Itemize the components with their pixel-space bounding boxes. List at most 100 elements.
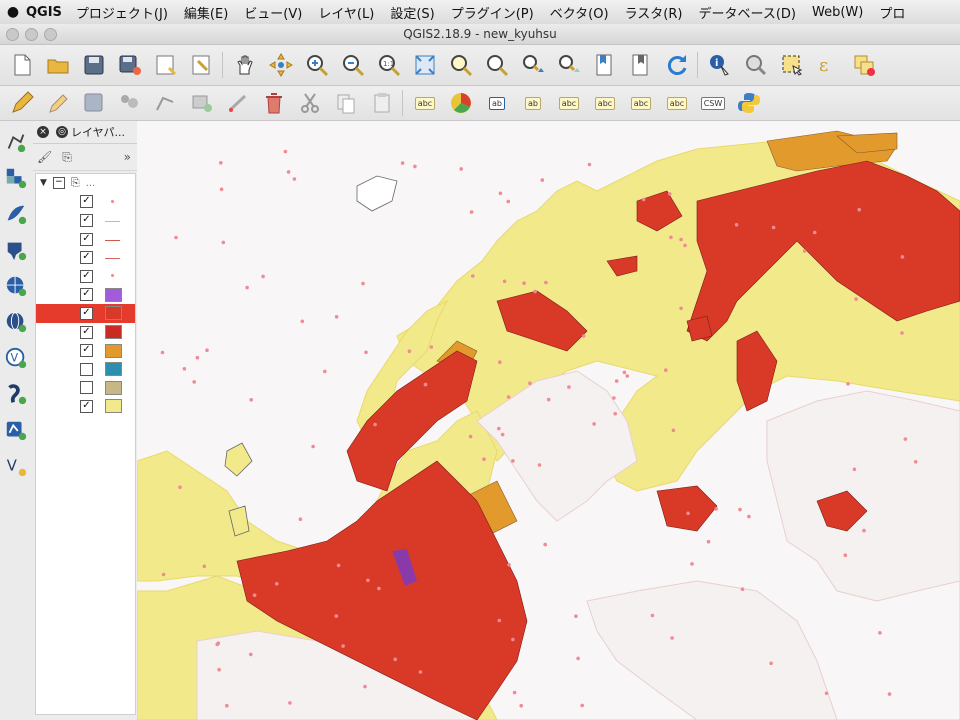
layer-row[interactable]: ✓ <box>36 323 135 342</box>
layer-visibility-checkbox[interactable]: ✓ <box>80 344 93 358</box>
layer-visibility-checkbox[interactable]: ✓ <box>80 269 93 283</box>
layer-row[interactable]: ✓ <box>36 304 135 323</box>
add-wms-icon[interactable] <box>1 271 31 301</box>
pencil-edit-icon[interactable] <box>8 89 36 117</box>
label-move-icon[interactable]: abc <box>555 89 583 117</box>
add-gps-icon[interactable] <box>1 379 31 409</box>
minimize-window-button[interactable] <box>25 28 38 41</box>
menu-processing[interactable]: プロ <box>879 3 905 22</box>
zoom-actual-icon[interactable]: 1:1 <box>375 51 403 79</box>
python-console-icon[interactable] <box>735 89 763 117</box>
layer-tree-root[interactable]: ▼ − ⎘ ... <box>36 174 135 193</box>
menu-layer[interactable]: レイヤ(L) <box>318 3 374 22</box>
show-bookmarks-icon[interactable] <box>627 51 655 79</box>
copy-features-icon[interactable] <box>332 89 360 117</box>
open-project-icon[interactable] <box>44 51 72 79</box>
add-raster-icon[interactable] <box>1 163 31 193</box>
save-project-icon[interactable] <box>80 51 108 79</box>
layer-row[interactable]: ✓ <box>36 248 135 267</box>
add-wfs-icon[interactable] <box>1 307 31 337</box>
pan-to-selection-icon[interactable] <box>267 51 295 79</box>
menu-view[interactable]: ビュー(V) <box>244 3 302 22</box>
new-vertex-icon[interactable]: V <box>1 451 31 481</box>
move-feature-icon[interactable] <box>188 89 216 117</box>
layer-row[interactable]: ✓ <box>36 211 135 230</box>
cut-features-icon[interactable] <box>296 89 324 117</box>
close-panel-icon[interactable]: × <box>37 126 49 138</box>
add-vector-icon[interactable] <box>1 127 31 157</box>
diagram-icon[interactable] <box>447 89 475 117</box>
zoom-next-icon[interactable] <box>555 51 583 79</box>
paste-features-icon[interactable] <box>368 89 396 117</box>
close-window-button[interactable] <box>6 28 19 41</box>
zoom-window-button[interactable] <box>44 28 57 41</box>
layer-visibility-checkbox[interactable] <box>80 381 93 395</box>
digitize-icon[interactable] <box>116 89 144 117</box>
layer-row[interactable]: ✓ <box>36 193 135 212</box>
layer-visibility-checkbox[interactable]: ✓ <box>80 251 93 265</box>
zoom-out-icon[interactable] <box>339 51 367 79</box>
pan-hand-icon[interactable] <box>231 51 259 79</box>
layer-visibility-checkbox[interactable]: ✓ <box>80 213 93 227</box>
layer-visibility-checkbox[interactable]: ✓ <box>80 325 93 339</box>
expand-arrow-icon[interactable]: ▼ <box>40 178 47 188</box>
layer-visibility-checkbox[interactable] <box>80 362 93 376</box>
save-as-icon[interactable] <box>116 51 144 79</box>
zoom-to-layer-icon[interactable] <box>483 51 511 79</box>
add-group-icon[interactable]: ⎘ <box>62 150 72 165</box>
layer-row[interactable]: ✓ <box>36 286 135 305</box>
refresh-icon[interactable] <box>663 51 691 79</box>
layer-visibility-checkbox[interactable]: ✓ <box>80 288 93 302</box>
toggle-editing-icon[interactable] <box>44 89 72 117</box>
menu-web[interactable]: Web(W) <box>812 5 863 20</box>
expression-icon[interactable]: ε <box>814 51 842 79</box>
identify-icon[interactable]: i <box>706 51 734 79</box>
menu-settings[interactable]: 設定(S) <box>390 3 434 22</box>
node-tool-icon[interactable] <box>224 89 252 117</box>
delete-selected-icon[interactable] <box>260 89 288 117</box>
menu-project[interactable]: プロジェクト(J) <box>76 3 168 22</box>
label-icon[interactable]: abc <box>411 89 439 117</box>
zoom-in-icon[interactable] <box>303 51 331 79</box>
menu-plugins[interactable]: プラグイン(P) <box>451 3 534 22</box>
map-canvas[interactable] <box>137 121 960 720</box>
menu-vector[interactable]: ベクタ(O) <box>550 3 609 22</box>
new-shapefile-icon[interactable] <box>1 415 31 445</box>
root-options[interactable]: ... <box>86 178 96 189</box>
label-pin-icon[interactable]: ab <box>483 89 511 117</box>
apple-menu-icon[interactable]: ● <box>0 4 26 20</box>
collapse-panel-icon[interactable]: » <box>124 150 131 164</box>
zoom-full-icon[interactable] <box>411 51 439 79</box>
zoom-last-icon[interactable] <box>519 51 547 79</box>
layer-visibility-checkbox[interactable]: ✓ <box>80 195 93 209</box>
new-bookmark-icon[interactable] <box>591 51 619 79</box>
map-svg[interactable] <box>137 121 960 720</box>
group-minus-icon[interactable]: − <box>52 177 65 190</box>
layer-visibility-checkbox[interactable]: ✓ <box>80 232 93 246</box>
menu-raster[interactable]: ラスタ(R) <box>625 3 683 22</box>
label-rotate-icon[interactable]: abc <box>591 89 619 117</box>
add-spatialite-icon[interactable] <box>1 199 31 229</box>
new-project-icon[interactable] <box>8 51 36 79</box>
menu-edit[interactable]: 編集(E) <box>184 3 228 22</box>
layer-visibility-checkbox[interactable]: ✓ <box>80 306 93 320</box>
menu-database[interactable]: データベース(D) <box>698 3 796 22</box>
layer-row[interactable] <box>36 379 135 398</box>
zoom-to-selection-icon[interactable] <box>447 51 475 79</box>
label-show-hide-icon[interactable]: ab <box>519 89 547 117</box>
save-edits-icon[interactable] <box>80 89 108 117</box>
composer-manager-icon[interactable] <box>188 51 216 79</box>
new-print-composer-icon[interactable] <box>152 51 180 79</box>
layer-row[interactable] <box>36 360 135 379</box>
label-properties-icon[interactable]: abc <box>663 89 691 117</box>
layer-row[interactable]: ✓ <box>36 341 135 360</box>
style-brush-icon[interactable]: 🖌 <box>37 150 52 164</box>
app-menu[interactable]: QGIS <box>26 5 62 20</box>
deselect-icon[interactable] <box>850 51 878 79</box>
layer-row[interactable]: ✓ <box>36 267 135 286</box>
select-icon[interactable] <box>742 51 770 79</box>
add-feature-icon[interactable] <box>152 89 180 117</box>
layer-row[interactable]: ✓ <box>36 230 135 249</box>
layer-visibility-checkbox[interactable]: ✓ <box>80 399 93 413</box>
csw-icon[interactable]: CSW <box>699 89 727 117</box>
